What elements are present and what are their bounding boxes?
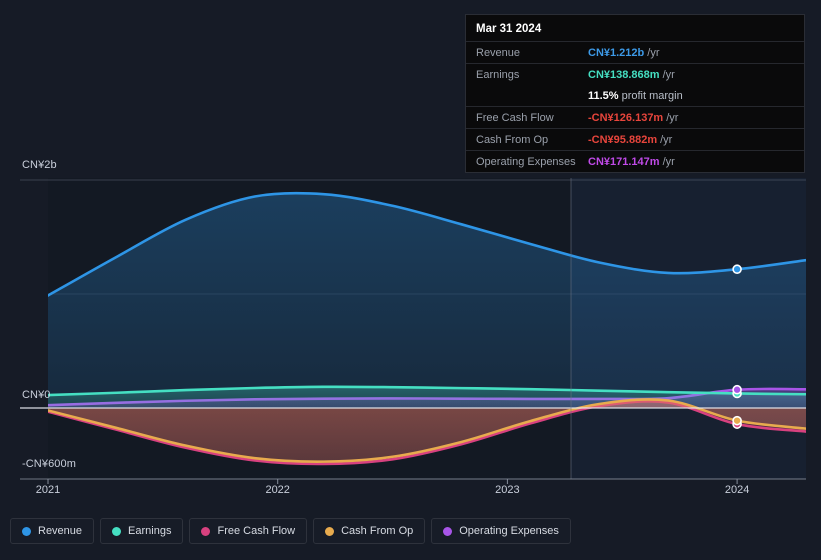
y-axis-label-bottom: -CN¥600m xyxy=(22,458,76,470)
tooltip-row-unit: /yr xyxy=(662,155,675,168)
y-axis-label-top: CN¥2b xyxy=(22,159,57,171)
x-axis-label-2022: 2022 xyxy=(265,484,290,496)
tooltip-row: 11.5% profit margin xyxy=(466,85,804,106)
data-tooltip: Mar 31 2024 Revenue CN¥1.212b/yr Earnings C… xyxy=(465,14,805,173)
tooltip-date: Mar 31 2024 xyxy=(476,23,542,35)
tooltip-row-key: Revenue xyxy=(476,46,521,59)
tooltip-row-value: -CN¥126.137m xyxy=(588,111,664,124)
tooltip-row-key: Operating Expenses xyxy=(476,155,576,168)
tooltip-row-value: CN¥171.147m xyxy=(588,155,660,168)
tooltip-row-value: CN¥1.212b xyxy=(588,46,645,59)
tooltip-row-value: -CN¥95.882m xyxy=(588,133,658,146)
legend-color-dot-icon xyxy=(325,526,335,536)
tooltip-row-key: Earnings xyxy=(476,68,520,81)
legend-item-label: Revenue xyxy=(38,525,83,537)
tooltip-row-value: CN¥138.868m xyxy=(588,68,660,81)
tooltip-row-unit: /yr xyxy=(666,111,679,124)
y-axis-label-zero: CN¥0 xyxy=(22,389,51,401)
tooltip-row: Free Cash Flow -CN¥126.137m/yr xyxy=(466,106,804,128)
legend-color-dot-icon xyxy=(112,526,122,536)
tooltip-row: Revenue CN¥1.212b/yr xyxy=(466,41,804,63)
legend-item-label: Earnings xyxy=(128,525,172,537)
tooltip-row: Cash From Op -CN¥95.882m/yr xyxy=(466,128,804,150)
tooltip-row-key: Cash From Op xyxy=(476,133,549,146)
legend-item-operating-expenses[interactable]: Operating Expenses xyxy=(431,518,571,544)
tooltip-row-unit: /yr xyxy=(662,68,675,81)
legend-item-label: Cash From Op xyxy=(341,525,414,537)
legend-color-dot-icon xyxy=(22,526,31,536)
legend-color-dot-icon xyxy=(443,526,453,536)
tooltip-row-value: 11.5% xyxy=(588,89,619,102)
legend-item-free-cash-flow[interactable]: Free Cash Flow xyxy=(189,518,308,544)
tooltip-row-unit: /yr xyxy=(660,133,673,146)
tooltip-row: Operating Expenses CN¥171.147m/yr xyxy=(466,150,804,172)
tooltip-row: Earnings CN¥138.868m/yr xyxy=(466,63,804,85)
legend-item-label: Operating Expenses xyxy=(459,525,559,537)
legend-item-revenue[interactable]: Revenue xyxy=(10,518,95,544)
tooltip-row-unit: /yr xyxy=(647,46,660,59)
legend-item-label: Free Cash Flow xyxy=(217,525,296,537)
x-axis-label-2023: 2023 xyxy=(495,484,520,496)
x-axis-label-2021: 2021 xyxy=(35,484,61,496)
endpoint-marker-operating-expenses xyxy=(732,384,742,395)
tooltip-row-key: Free Cash Flow xyxy=(476,111,554,124)
endpoint-marker-revenue xyxy=(732,264,742,275)
financial-area-chart: CN¥2b CN¥0 -CN¥600m 2021 2022 2023 2024 Mar… xyxy=(0,0,821,560)
legend-item-earnings[interactable]: Earnings xyxy=(100,518,184,544)
chart-legend[interactable]: Revenue Earnings Free Cash Flow Cash From O… xyxy=(10,518,571,544)
legend-color-dot-icon xyxy=(201,526,211,536)
x-axis-ticks xyxy=(47,479,738,484)
x-axis-label-2024: 2024 xyxy=(724,484,750,496)
tooltip-row-subtext: profit margin xyxy=(621,89,683,102)
endpoint-marker-cash-from-op xyxy=(732,415,742,426)
legend-item-cash-from-op[interactable]: Cash From Op xyxy=(313,518,426,544)
tooltip-rows: Revenue CN¥1.212b/yr Earnings CN¥138.868m/y… xyxy=(466,41,804,172)
